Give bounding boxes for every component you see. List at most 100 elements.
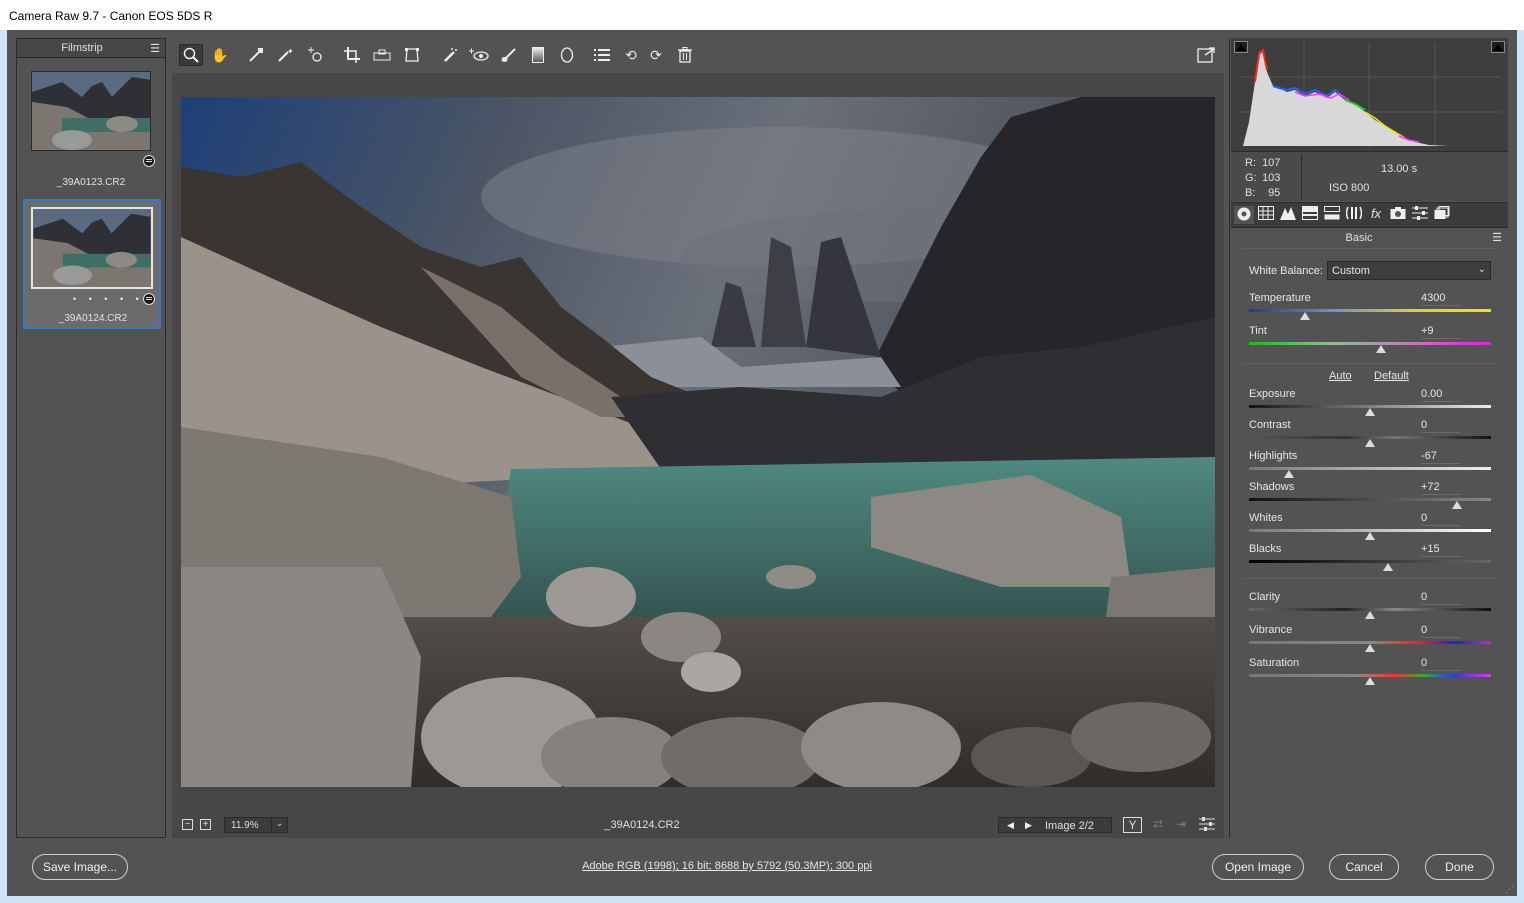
open-image-button[interactable]: Open Image bbox=[1212, 854, 1304, 880]
tab-tone-curve-icon[interactable] bbox=[1256, 206, 1276, 224]
toggle-settings-icon[interactable] bbox=[1197, 817, 1217, 833]
exposure-slider[interactable]: Exposure 0.00 bbox=[1249, 388, 1491, 418]
next-image-icon[interactable]: ▶ bbox=[1025, 820, 1032, 831]
contrast-slider[interactable]: Contrast 0 bbox=[1249, 419, 1491, 449]
preferences-list-icon[interactable] bbox=[590, 44, 614, 66]
spot-removal-tool-icon[interactable] bbox=[439, 44, 463, 66]
swap-settings-icon[interactable]: ⇄ bbox=[1148, 817, 1168, 833]
copy-settings-icon[interactable]: ⇥ bbox=[1171, 817, 1191, 833]
slider-value[interactable]: 0 bbox=[1421, 657, 1461, 671]
temperature-slider[interactable]: Temperature 4300 bbox=[1249, 292, 1491, 322]
before-after-view-icon[interactable]: Y bbox=[1123, 817, 1142, 833]
shadows-slider[interactable]: Shadows +72 bbox=[1249, 481, 1491, 511]
workflow-options-link[interactable]: Adobe RGB (1998); 16 bit; 8688 by 5792 (… bbox=[477, 860, 977, 872]
slider-handle[interactable] bbox=[1365, 677, 1375, 685]
tab-basic-icon[interactable] bbox=[1234, 206, 1254, 224]
slider-handle[interactable] bbox=[1375, 345, 1386, 353]
slider-value[interactable]: 0 bbox=[1421, 624, 1461, 638]
panel-title: Basic bbox=[1345, 232, 1373, 244]
adjustment-brush-tool-icon[interactable] bbox=[497, 44, 521, 66]
star-rating[interactable]: • • • • • bbox=[73, 294, 144, 304]
slider-value[interactable]: -67 bbox=[1421, 450, 1461, 464]
clarity-slider[interactable]: Clarity 0 bbox=[1249, 591, 1491, 621]
preview-photo[interactable] bbox=[181, 97, 1215, 787]
previous-image-icon[interactable]: ◀ bbox=[1007, 820, 1014, 831]
tab-snapshots-icon[interactable] bbox=[1432, 206, 1452, 224]
straighten-tool-icon[interactable] bbox=[370, 44, 394, 66]
thumbnail-image bbox=[31, 207, 153, 289]
slider-handle[interactable] bbox=[1365, 611, 1375, 619]
crop-tool-icon[interactable] bbox=[340, 44, 364, 66]
slider-value[interactable]: 4300 bbox=[1421, 292, 1461, 306]
graduated-filter-tool-icon[interactable] bbox=[526, 44, 550, 66]
tint-slider[interactable]: Tint +9 bbox=[1249, 325, 1491, 355]
white-balance-select[interactable]: Custom ⌄ bbox=[1327, 261, 1491, 280]
preview-filename: _39A0124.CR2 bbox=[604, 819, 680, 831]
zoom-tool-icon[interactable] bbox=[179, 44, 203, 66]
shutter-speed: 13.00 s bbox=[1381, 163, 1418, 175]
tab-hsl-icon[interactable] bbox=[1300, 206, 1320, 224]
red-eye-removal-tool-icon[interactable] bbox=[467, 44, 491, 66]
filmstrip-item-name: _39A0124.CR2 bbox=[58, 313, 128, 324]
auto-link[interactable]: Auto bbox=[1329, 370, 1352, 382]
trash-icon[interactable] bbox=[673, 44, 697, 66]
whites-slider[interactable]: Whites 0 bbox=[1249, 512, 1491, 542]
tab-detail-icon[interactable] bbox=[1278, 206, 1298, 224]
adjustments-badge-icon bbox=[143, 293, 155, 305]
filmstrip-menu-icon[interactable]: ☰ bbox=[150, 42, 160, 55]
slider-track[interactable] bbox=[1249, 309, 1491, 312]
slider-label: Highlights bbox=[1249, 450, 1298, 462]
tab-split-toning-icon[interactable] bbox=[1322, 206, 1342, 224]
rotate-cw-icon[interactable]: ⟳ bbox=[644, 44, 668, 66]
slider-handle[interactable] bbox=[1365, 439, 1375, 447]
tab-camera-calibration-icon[interactable] bbox=[1388, 206, 1408, 224]
slider-track[interactable] bbox=[1249, 342, 1491, 345]
cancel-button[interactable]: Cancel bbox=[1329, 854, 1399, 880]
zoom-level-select[interactable]: 11.9% ⌄ bbox=[224, 817, 288, 833]
tab-effects-icon[interactable]: fx bbox=[1366, 206, 1386, 224]
zoom-in-button[interactable]: + bbox=[200, 819, 211, 830]
tab-presets-icon[interactable] bbox=[1410, 206, 1430, 224]
hand-tool-icon[interactable]: ✋ bbox=[208, 44, 232, 66]
slider-handle[interactable] bbox=[1365, 408, 1375, 416]
transform-tool-icon[interactable] bbox=[400, 44, 424, 66]
done-button[interactable]: Done bbox=[1425, 854, 1494, 880]
slider-handle[interactable] bbox=[1284, 470, 1295, 478]
resize-grip-icon[interactable]: ⋰ bbox=[1505, 884, 1515, 894]
filmstrip-panel: Filmstrip ☰ _39A0123.CR2 • • • • • _39A0… bbox=[16, 38, 166, 838]
white-balance-tool-icon[interactable] bbox=[244, 44, 268, 66]
slider-handle[interactable] bbox=[1365, 532, 1375, 540]
slider-value[interactable]: 0.00 bbox=[1421, 388, 1461, 402]
slider-label: Temperature bbox=[1249, 292, 1311, 304]
slider-handle[interactable] bbox=[1365, 644, 1375, 652]
slider-value[interactable]: 0 bbox=[1421, 419, 1461, 433]
slider-value[interactable]: +9 bbox=[1421, 325, 1461, 339]
slider-track[interactable] bbox=[1249, 560, 1491, 563]
slider-handle[interactable] bbox=[1383, 563, 1394, 571]
tab-lens-corrections-icon[interactable] bbox=[1344, 206, 1364, 224]
blacks-slider[interactable]: Blacks +15 bbox=[1249, 543, 1491, 573]
panel-menu-icon[interactable]: ☰ bbox=[1492, 231, 1502, 244]
slider-value[interactable]: 0 bbox=[1421, 512, 1461, 526]
slider-value[interactable]: +15 bbox=[1421, 543, 1461, 557]
targeted-adjustment-tool-icon[interactable] bbox=[304, 44, 328, 66]
saturation-slider[interactable]: Saturation 0 bbox=[1249, 657, 1491, 687]
rotate-ccw-icon[interactable]: ⟲ bbox=[619, 44, 643, 66]
thumbnail-image bbox=[31, 71, 151, 151]
slider-handle[interactable] bbox=[1299, 312, 1310, 320]
highlights-slider[interactable]: Highlights -67 bbox=[1249, 450, 1491, 480]
radial-filter-tool-icon[interactable] bbox=[555, 44, 579, 66]
fullscreen-toggle-icon[interactable] bbox=[1194, 44, 1218, 66]
slider-value[interactable]: 0 bbox=[1421, 591, 1461, 605]
color-sampler-tool-icon[interactable]: ✦ bbox=[273, 44, 297, 66]
zoom-out-button[interactable]: − bbox=[182, 819, 193, 830]
filmstrip-item[interactable]: _39A0123.CR2 bbox=[23, 67, 159, 195]
vibrance-slider[interactable]: Vibrance 0 bbox=[1249, 624, 1491, 654]
r-value: 107 bbox=[1262, 157, 1281, 169]
filmstrip-item-selected[interactable]: • • • • • _39A0124.CR2 bbox=[23, 199, 161, 329]
save-image-button[interactable]: Save Image... bbox=[32, 854, 128, 880]
slider-value[interactable]: +72 bbox=[1421, 481, 1461, 495]
default-link[interactable]: Default bbox=[1374, 370, 1409, 382]
slider-label: Saturation bbox=[1249, 657, 1300, 669]
slider-handle[interactable] bbox=[1452, 501, 1463, 509]
